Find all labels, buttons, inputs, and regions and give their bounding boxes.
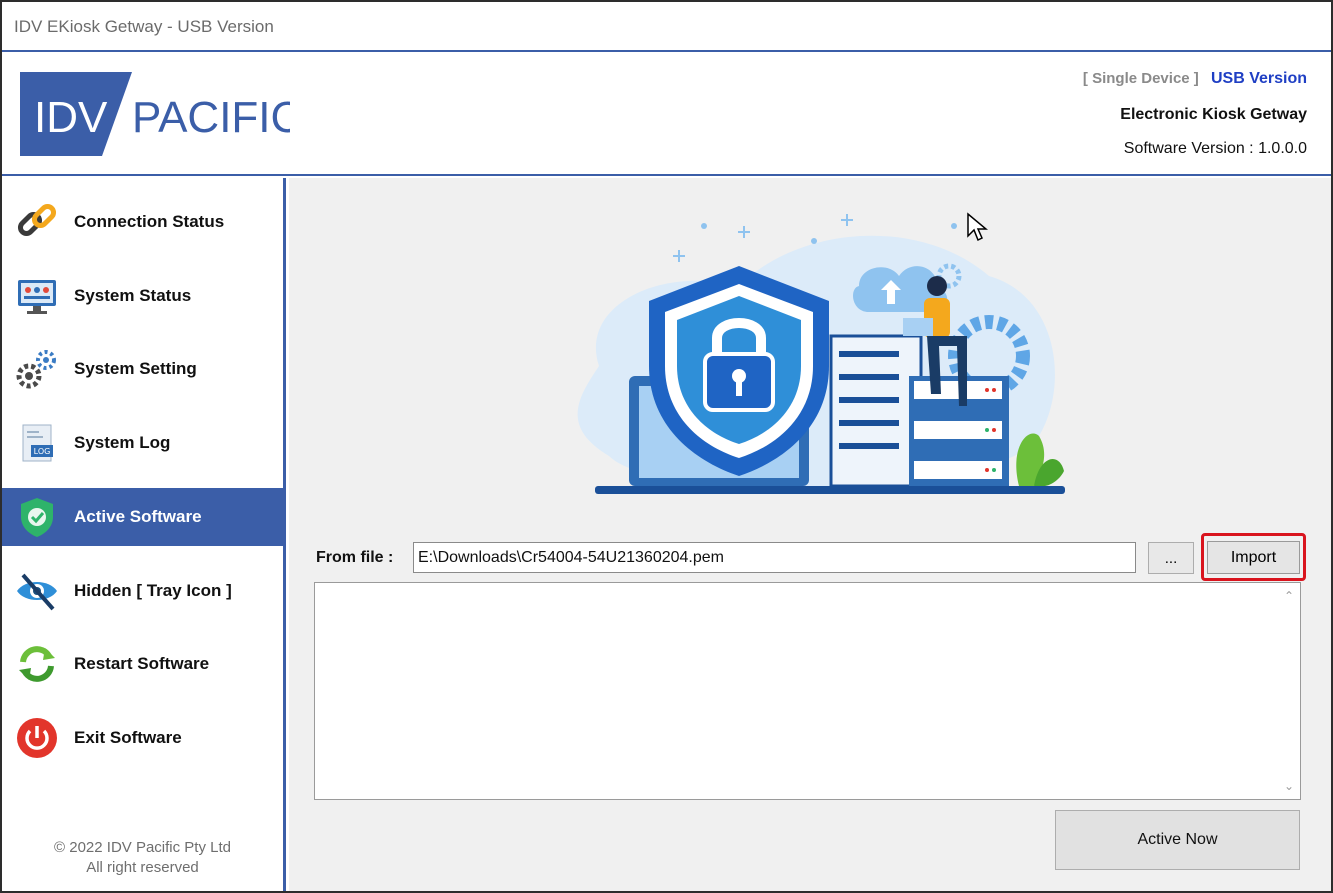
sidebar-item-label: Hidden [ Tray Icon ] (74, 581, 232, 600)
software-version: Software Version : 1.0.0.0 (1123, 140, 1307, 157)
main-panel: From file : ... Import ⌃ ⌄ Active Now (289, 178, 1331, 891)
svg-text:LOG: LOG (34, 447, 51, 456)
active-now-button[interactable]: Active Now (1055, 810, 1300, 870)
log-file-icon: LOG (14, 420, 60, 466)
app-window: IDV EKiosk Getway - USB Version IDV PACI… (0, 0, 1333, 893)
gears-icon (14, 346, 60, 392)
svg-text:PACIFIC: PACIFIC (132, 93, 290, 142)
copyright: © 2022 IDV Pacific Pty Ltd All right res… (2, 838, 283, 878)
product-name: Electronic Kiosk Getway (1120, 106, 1307, 123)
restart-icon (14, 641, 60, 687)
eye-hidden-icon (14, 568, 60, 614)
import-highlight: Import (1201, 533, 1306, 581)
idv-pacific-logo: IDV PACIFIC (20, 72, 290, 156)
copyright-line: All right reserved (86, 859, 199, 876)
link-icon (14, 199, 60, 245)
sidebar-item-active-software[interactable]: Active Software (2, 488, 283, 546)
security-illustration (577, 214, 1065, 494)
sidebar: Connection Status System Status System S… (2, 178, 286, 891)
sidebar-item-label: System Setting (74, 359, 197, 378)
device-mode-label: [ Single Device ] (1082, 70, 1199, 87)
sidebar-item-restart-software[interactable]: Restart Software (2, 635, 283, 693)
monitor-icon (14, 273, 60, 319)
sidebar-item-label: System Status (74, 286, 192, 305)
svg-text:IDV: IDV (34, 93, 108, 142)
sidebar-item-system-log[interactable]: LOG System Log (2, 414, 283, 472)
power-icon (14, 715, 60, 761)
sidebar-item-label: Active Software (74, 507, 202, 526)
sidebar-item-hidden-tray-icon[interactable]: Hidden [ Tray Icon ] (2, 562, 283, 620)
copyright-line: © 2022 IDV Pacific Pty Ltd (54, 839, 231, 856)
scroll-up-icon[interactable]: ⌃ (1284, 589, 1294, 603)
sidebar-item-label: Connection Status (74, 212, 225, 231)
app-header: IDV PACIFIC [ Single Device ] USB Versio… (2, 54, 1331, 176)
from-file-label: From file : (316, 549, 394, 566)
scroll-down-icon[interactable]: ⌄ (1284, 779, 1294, 793)
header-info: [ Single Device ] USB Version Electronic… (1083, 70, 1307, 158)
import-button[interactable]: Import (1207, 541, 1300, 574)
title-bar: IDV EKiosk Getway - USB Version (2, 2, 1331, 52)
log-textarea[interactable]: ⌃ ⌄ (314, 582, 1301, 800)
file-path-input[interactable] (413, 542, 1136, 573)
shield-check-icon (14, 494, 60, 540)
sidebar-item-exit-software[interactable]: Exit Software (2, 709, 283, 767)
mouse-cursor-icon (967, 212, 988, 242)
browse-button[interactable]: ... (1148, 542, 1194, 574)
sidebar-item-label: System Log (74, 433, 171, 452)
sidebar-item-label: Exit Software (74, 728, 182, 747)
sidebar-item-system-status[interactable]: System Status (2, 267, 283, 325)
sidebar-item-label: Restart Software (74, 654, 210, 673)
version-type-label: USB Version (1210, 70, 1307, 87)
sidebar-item-system-setting[interactable]: System Setting (2, 340, 283, 398)
sidebar-item-connection-status[interactable]: Connection Status (2, 193, 283, 251)
window-title: IDV EKiosk Getway - USB Version (14, 17, 274, 36)
